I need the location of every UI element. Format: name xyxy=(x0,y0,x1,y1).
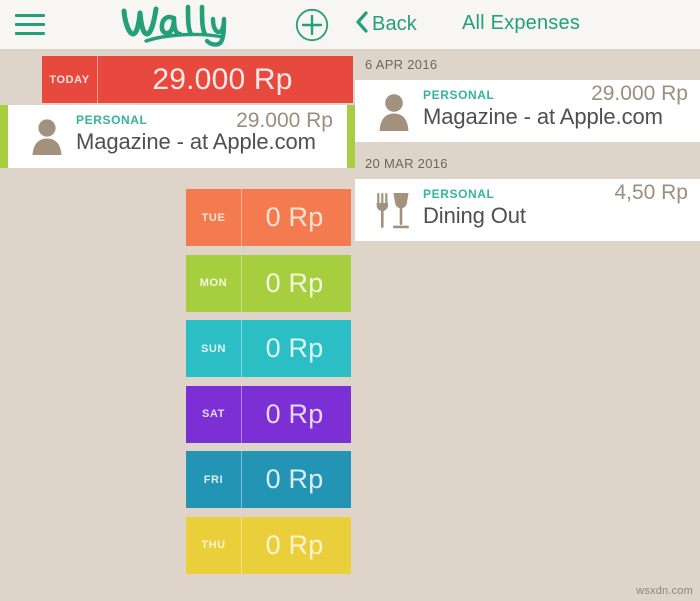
weekday-amount-cell: 0 Rp xyxy=(242,517,351,574)
chevron-left-icon xyxy=(356,11,368,37)
weekday-label: MON xyxy=(199,277,228,289)
weekday-label-cell: MON xyxy=(186,254,242,312)
weekday-row[interactable]: SAT 0 Rp xyxy=(186,385,351,443)
weekday-label-cell: TUE xyxy=(186,189,242,246)
hamburger-bar xyxy=(15,23,45,26)
expense-list-panel[interactable]: 6 APR 2016 PERSONAL Magazine - at Apple.co… xyxy=(355,49,700,601)
expense-card[interactable]: PERSONAL Dining Out 4,50 Rp xyxy=(355,179,700,241)
expense-date-header: 20 MAR 2016 xyxy=(365,156,448,171)
weekday-amount-cell: 0 Rp xyxy=(242,386,351,443)
expense-category: PERSONAL xyxy=(423,88,495,102)
wally-logo[interactable] xyxy=(118,1,242,47)
weekday-amount: 0 Rp xyxy=(265,202,324,232)
today-amount-cell: 29.000 Rp xyxy=(98,56,353,103)
weekday-label-cell: SUN xyxy=(186,320,242,377)
left-timeline-panel[interactable]: TODAY 29.000 Rp PERSONAL Magazine - at A… xyxy=(0,49,355,601)
weekday-label: THU xyxy=(201,539,226,551)
weekday-row[interactable]: THU 0 Rp xyxy=(186,516,351,574)
weekday-row[interactable]: SUN 0 Rp xyxy=(186,320,351,377)
weekday-label: FRI xyxy=(203,473,224,486)
plus-circle-icon xyxy=(295,8,329,42)
expense-category: PERSONAL xyxy=(423,187,495,201)
weekday-row[interactable]: TUE 0 Rp xyxy=(186,189,351,246)
weekday-amount: 0 Rp xyxy=(265,398,324,429)
today-summary-row[interactable]: TODAY 29.000 Rp xyxy=(42,56,353,103)
weekday-amount-cell: 0 Rp xyxy=(242,189,351,246)
expense-description: Magazine - at Apple.com xyxy=(423,104,663,129)
weekday-amount: 0 Rp xyxy=(265,333,324,363)
add-expense-button[interactable] xyxy=(295,8,329,42)
expense-date-header: 6 APR 2016 xyxy=(365,57,438,72)
expense-amount: 29.000 Rp xyxy=(591,82,688,105)
weekday-amount: 0 Rp xyxy=(265,529,324,560)
weekday-amount-cell: 0 Rp xyxy=(242,451,351,508)
hamburger-bar xyxy=(15,32,45,35)
weekday-label: SUN xyxy=(200,342,227,355)
weekday-amount: 0 Rp xyxy=(265,267,324,298)
expense-description: Dining Out xyxy=(423,203,526,228)
weekday-label-cell: FRI xyxy=(186,451,242,508)
weekday-label: SAT xyxy=(202,408,225,420)
weekday-amount-cell: 0 Rp xyxy=(242,255,351,312)
app-root: Back All Expenses TODAY 29.000 Rp PERSON… xyxy=(0,0,700,601)
weekday-label: TUE xyxy=(201,211,226,224)
hamburger-bar xyxy=(15,14,45,17)
hamburger-icon[interactable] xyxy=(15,14,45,35)
weekday-amount-cell: 0 Rp xyxy=(242,320,351,377)
today-day-cell: TODAY xyxy=(42,56,98,103)
weekday-label-cell: THU xyxy=(186,516,242,574)
today-amount: 29.000 Rp xyxy=(152,62,293,96)
weekday-row[interactable]: MON 0 Rp xyxy=(186,254,351,312)
person-icon xyxy=(375,91,413,131)
dining-fork-wineglass-icon xyxy=(375,190,413,230)
highlighted-expense-category: PERSONAL xyxy=(76,113,148,127)
expense-amount: 4,50 Rp xyxy=(614,181,688,204)
highlighted-expense-amount: 29.000 Rp xyxy=(236,109,333,132)
page-title: All Expenses xyxy=(462,12,581,34)
wally-logo-mark xyxy=(121,4,227,47)
watermark: wsxdn.com xyxy=(636,585,693,597)
back-label: Back xyxy=(372,12,417,35)
weekday-row[interactable]: FRI 0 Rp xyxy=(186,451,351,508)
person-icon xyxy=(30,117,64,155)
today-day-label: TODAY xyxy=(49,73,90,86)
back-button[interactable]: Back xyxy=(356,11,417,37)
expense-card[interactable]: PERSONAL Magazine - at Apple.com 29.000 Rp xyxy=(355,80,700,142)
app-header: Back All Expenses xyxy=(0,0,700,49)
highlighted-expense-card[interactable]: PERSONAL Magazine - at Apple.com 29.000 … xyxy=(0,105,355,168)
weekday-amount: 0 Rp xyxy=(265,464,324,494)
weekday-label-cell: SAT xyxy=(186,385,242,443)
